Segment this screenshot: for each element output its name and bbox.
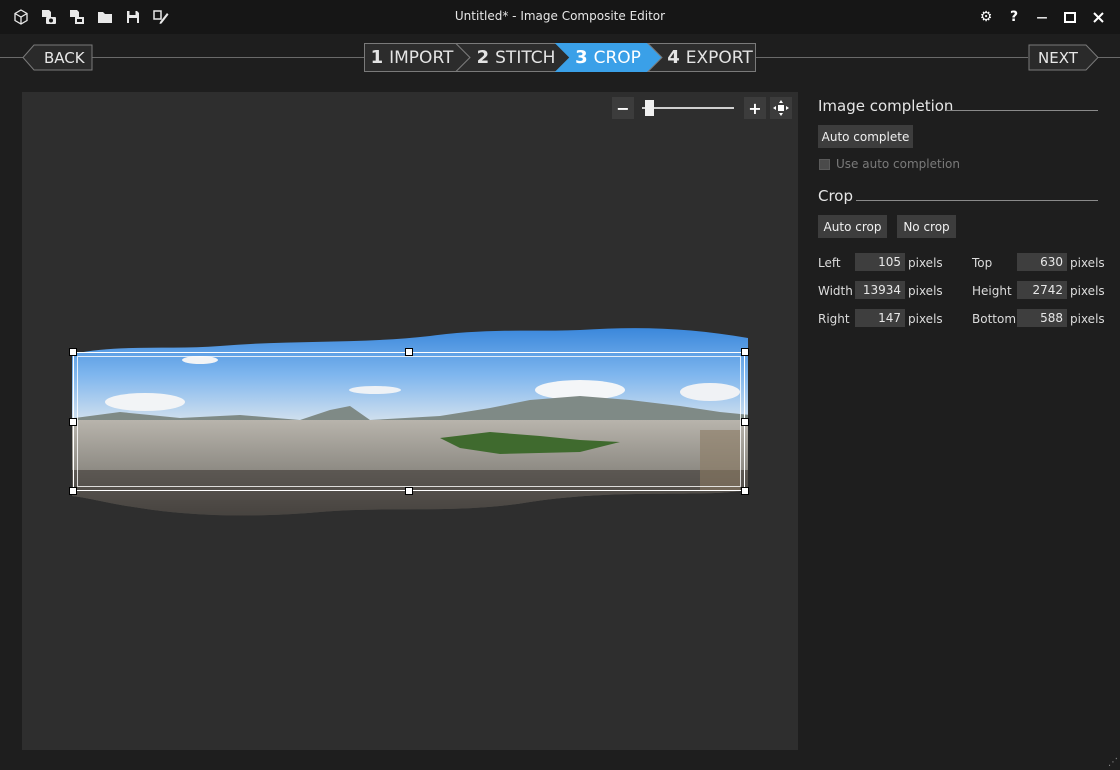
nav-line-left-edge	[0, 57, 24, 58]
crop-handle-right[interactable]	[741, 418, 749, 426]
bottom-unit: pixels	[1070, 312, 1105, 326]
left-unit: pixels	[908, 256, 943, 270]
next-button[interactable]: NEXT	[1028, 44, 1100, 71]
height-label: Height	[972, 284, 1012, 298]
step-crop[interactable]: 3 CROP	[564, 43, 652, 72]
window-title: Untitled* - Image Composite Editor	[454, 9, 666, 23]
crop-handle-bottom[interactable]	[405, 487, 413, 495]
top-label: Top	[972, 256, 993, 270]
settings-icon[interactable]: ⚙	[975, 7, 997, 27]
title-bar: Untitled* - Image Composite Editor ⚙ ? —	[0, 0, 1120, 34]
resize-grip-icon[interactable]: ⋰	[1108, 757, 1118, 768]
crop-handle-bottom-left[interactable]	[69, 487, 77, 495]
crop-rule	[856, 200, 1098, 201]
no-crop-button[interactable]: No crop	[897, 215, 956, 238]
wizard-steps: 1 IMPORT 2 STITCH 3 CROP 4 EXPORT	[364, 43, 756, 72]
step-export[interactable]: 4 EXPORT	[664, 43, 756, 72]
left-field[interactable]: 105	[855, 253, 905, 271]
height-unit: pixels	[1070, 284, 1105, 298]
back-label: BACK	[44, 49, 85, 67]
zoom-slider-track[interactable]	[642, 107, 734, 109]
nav-line-left	[92, 57, 364, 58]
auto-crop-button[interactable]: Auto crop	[818, 215, 887, 238]
fit-to-window-icon[interactable]	[770, 97, 792, 119]
zoom-slider-thumb[interactable]	[644, 100, 654, 116]
use-auto-completion-checkbox[interactable]	[819, 159, 830, 170]
left-label: Left	[818, 256, 841, 270]
zoom-out-button[interactable]: −	[612, 97, 634, 119]
zoom-control: − +	[612, 97, 796, 119]
image-completion-title: Image completion	[818, 97, 954, 115]
image-completion-rule	[946, 110, 1098, 111]
back-button[interactable]: BACK	[22, 44, 94, 71]
help-icon[interactable]: ?	[1003, 7, 1025, 27]
top-field[interactable]: 630	[1017, 253, 1067, 271]
use-auto-completion-label: Use auto completion	[836, 157, 961, 171]
maximize-icon[interactable]	[1059, 7, 1081, 27]
height-field[interactable]: 2742	[1017, 281, 1067, 299]
width-unit: pixels	[908, 284, 943, 298]
width-field[interactable]: 13934	[855, 281, 905, 299]
crop-handle-top-left[interactable]	[69, 348, 77, 356]
step-stitch[interactable]: 2 STITCH	[468, 43, 564, 72]
crop-handle-top-right[interactable]	[741, 348, 749, 356]
minimize-icon[interactable]: —	[1031, 7, 1053, 27]
crop-title: Crop	[818, 187, 854, 205]
right-unit: pixels	[908, 312, 943, 326]
width-label: Width	[818, 284, 853, 298]
crop-inner-border	[77, 356, 741, 487]
right-field[interactable]: 147	[855, 309, 905, 327]
right-label: Right	[818, 312, 850, 326]
step-import[interactable]: 1 IMPORT	[364, 43, 460, 72]
top-unit: pixels	[1070, 256, 1105, 270]
nav-line-right	[756, 57, 1028, 58]
bottom-field[interactable]: 588	[1017, 309, 1067, 327]
close-icon[interactable]	[1087, 7, 1109, 27]
crop-handle-top[interactable]	[405, 348, 413, 356]
zoom-in-button[interactable]: +	[744, 97, 766, 119]
crop-handle-left[interactable]	[69, 418, 77, 426]
crop-handle-bottom-right[interactable]	[741, 487, 749, 495]
bottom-label: Bottom	[972, 312, 1017, 326]
next-label: NEXT	[1038, 49, 1078, 67]
auto-complete-button[interactable]: Auto complete	[818, 125, 913, 148]
